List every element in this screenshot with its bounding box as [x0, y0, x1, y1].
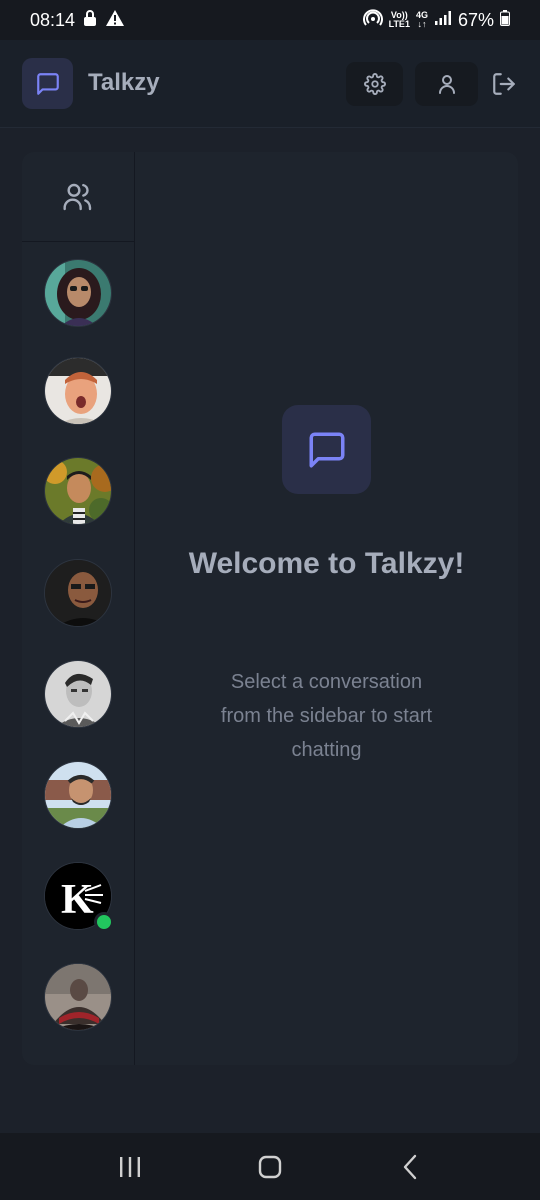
gear-icon — [363, 73, 386, 95]
hotspot-icon — [362, 8, 383, 32]
contacts-sidebar: K — [22, 152, 135, 1065]
avatar — [44, 357, 112, 425]
sidebar-header[interactable] — [22, 152, 134, 242]
app-logo[interactable] — [22, 58, 73, 109]
avatar — [44, 660, 112, 728]
welcome-title: Welcome to Talkzy! — [188, 547, 465, 580]
avatar — [44, 761, 112, 829]
back-icon — [403, 1154, 417, 1179]
avatar — [44, 457, 112, 525]
contact-item[interactable] — [44, 559, 112, 627]
home-icon — [258, 1155, 282, 1178]
network-type: 4G ↓↑ — [415, 10, 428, 29]
battery-icon — [500, 9, 510, 31]
home-button[interactable] — [250, 1147, 290, 1187]
message-square-icon — [36, 72, 59, 95]
chat-container: K Welcome to Talkzy! Select a conversati… — [22, 152, 518, 1065]
warning-icon — [105, 9, 125, 32]
avatar — [44, 259, 112, 327]
recent-apps-button[interactable] — [110, 1147, 150, 1187]
recent-apps-icon — [120, 1156, 140, 1177]
avatar — [44, 559, 112, 627]
online-status-dot — [94, 912, 114, 932]
message-square-icon — [309, 432, 344, 467]
users-icon — [63, 183, 92, 210]
app-title: Talkzy — [88, 69, 160, 96]
contact-item[interactable] — [44, 963, 112, 1031]
lock-icon — [83, 9, 97, 32]
contact-item[interactable] — [44, 660, 112, 728]
contact-item[interactable] — [44, 259, 112, 327]
contact-item[interactable] — [44, 761, 112, 829]
logout-icon — [493, 73, 515, 95]
contact-item[interactable] — [44, 357, 112, 425]
welcome-panel: Welcome to Talkzy! Select a conversation… — [135, 152, 518, 1065]
back-button[interactable] — [390, 1147, 430, 1187]
logout-button[interactable] — [484, 62, 524, 106]
system-navigation-bar — [0, 1133, 540, 1200]
app-header: Talkzy — [0, 40, 540, 128]
contact-item[interactable] — [44, 457, 112, 525]
contact-item[interactable]: K — [44, 862, 114, 932]
status-bar: 08:14 Vo)) LTE1 4G ↓↑ 67% — [0, 0, 540, 40]
status-time: 08:14 — [30, 9, 76, 30]
profile-button[interactable] — [415, 62, 478, 106]
settings-button[interactable] — [346, 62, 403, 106]
avatar — [44, 963, 112, 1031]
signal-icon — [434, 10, 452, 31]
welcome-logo — [282, 405, 371, 494]
welcome-subtitle: Select a conversation from the sidebar t… — [220, 671, 433, 761]
volte-indicator: Vo)) LTE1 — [388, 10, 410, 29]
battery-percent: 67% — [457, 9, 494, 30]
user-icon — [438, 75, 455, 94]
